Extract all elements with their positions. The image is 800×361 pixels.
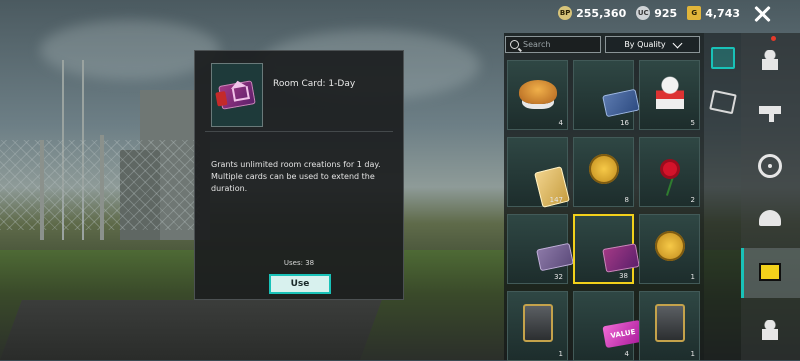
inventory-item-coupon-coin[interactable]: 8 bbox=[573, 137, 634, 207]
bp-value: 255,360 bbox=[576, 6, 627, 20]
bp-coin-icon: BP bbox=[558, 6, 573, 20]
value-card-icon: VALUE bbox=[601, 320, 644, 349]
inventory-item-room-card-selected[interactable]: 38 bbox=[573, 214, 640, 284]
item-detail-thumbnail bbox=[211, 63, 263, 127]
inventory-item-shield-pass[interactable]: 1 bbox=[639, 291, 700, 361]
inventory-item-roast-chicken[interactable]: 4 bbox=[507, 60, 568, 130]
close-button[interactable] bbox=[752, 4, 772, 24]
pistol-icon bbox=[759, 106, 781, 122]
chevron-down-icon bbox=[672, 38, 683, 48]
inventory-item-value-card[interactable]: VALUE 4 bbox=[573, 291, 644, 361]
ag-coin-icon: G bbox=[687, 6, 702, 20]
uc-coin-icon: UC bbox=[636, 6, 651, 20]
inventory-item-room-card-gold[interactable]: 147 bbox=[507, 137, 570, 209]
item-count: 1 bbox=[558, 350, 563, 358]
item-count: 4 bbox=[624, 350, 629, 358]
item-count: 8 bbox=[624, 196, 629, 204]
inventory-item-double-card[interactable]: 32 bbox=[507, 214, 574, 284]
room-card-purple-icon bbox=[601, 243, 640, 274]
sub-tab-gift-box[interactable] bbox=[706, 41, 740, 75]
category-equipment[interactable] bbox=[748, 198, 792, 238]
crate-icon bbox=[759, 263, 781, 281]
bp-balance: BP 255,360 bbox=[558, 6, 626, 20]
inventory-item-character-figure[interactable]: 5 bbox=[639, 60, 700, 130]
use-button[interactable]: Use bbox=[269, 274, 331, 294]
steering-wheel-icon bbox=[758, 154, 782, 178]
item-count: 2 bbox=[690, 196, 695, 204]
item-description: Grants unlimited room creations for 1 da… bbox=[211, 160, 381, 193]
inventory-item-rose[interactable]: 2 bbox=[639, 137, 700, 207]
room-card-icon bbox=[215, 80, 256, 110]
search-box[interactable] bbox=[505, 36, 601, 53]
coupon-coin-icon bbox=[588, 154, 619, 185]
currency-bar: BP 255,360 UC 925 G 4,743 bbox=[558, 6, 740, 20]
category-items[interactable] bbox=[748, 252, 792, 292]
item-name: Room Card: 1-Day bbox=[273, 79, 356, 89]
double-card-icon bbox=[535, 242, 574, 272]
item-count: 32 bbox=[554, 273, 563, 281]
sort-dropdown[interactable]: By Quality bbox=[605, 36, 700, 53]
uses-count: Uses: 38 bbox=[283, 259, 315, 267]
rename-card-icon bbox=[601, 88, 640, 118]
inventory-item-rename-card[interactable]: 16 bbox=[573, 60, 640, 130]
ag-balance: G 4,743 bbox=[687, 6, 740, 20]
helmet-icon bbox=[759, 210, 781, 226]
item-detail-panel: Room Card: 1-Day Grants unlimited room c… bbox=[194, 50, 404, 300]
rose-icon bbox=[662, 162, 677, 177]
divider bbox=[205, 131, 393, 132]
inventory-grid: 4 16 5 147 8 2 32 38 1 1 VALUE 4 1 bbox=[507, 60, 700, 361]
category-character[interactable] bbox=[748, 310, 792, 350]
item-count: 4 bbox=[558, 119, 563, 127]
search-input[interactable] bbox=[523, 40, 593, 49]
uc-balance: UC 925 bbox=[636, 6, 677, 20]
pass-card-icon bbox=[522, 304, 553, 343]
category-outfit[interactable] bbox=[748, 40, 792, 80]
uc-value: 925 bbox=[654, 6, 678, 20]
character-icon bbox=[762, 320, 778, 340]
category-vehicle[interactable] bbox=[748, 146, 792, 186]
item-count: 147 bbox=[549, 196, 563, 204]
coupon-tag-icon bbox=[709, 89, 737, 115]
coupon-coin-icon bbox=[654, 231, 685, 262]
item-count: 1 bbox=[690, 273, 695, 281]
inventory-item-coupon-coin-2[interactable]: 1 bbox=[639, 214, 700, 284]
sub-tab-rail bbox=[704, 33, 741, 360]
character-figure-icon bbox=[655, 75, 684, 110]
sort-label: By Quality bbox=[624, 40, 666, 49]
inventory-item-pass-card[interactable]: 1 bbox=[507, 291, 568, 361]
search-icon bbox=[510, 40, 519, 49]
item-count: 38 bbox=[619, 272, 628, 280]
roast-chicken-icon bbox=[518, 80, 557, 105]
shield-pass-icon bbox=[654, 304, 685, 343]
item-count: 5 bbox=[690, 119, 695, 127]
outfit-figure-icon bbox=[762, 50, 778, 70]
sub-tab-coupon[interactable] bbox=[706, 85, 740, 119]
ag-value: 4,743 bbox=[705, 6, 740, 20]
item-count: 16 bbox=[620, 119, 629, 127]
gift-box-icon bbox=[711, 47, 735, 69]
category-weapon[interactable] bbox=[748, 90, 792, 130]
rose-stem bbox=[665, 176, 674, 196]
item-count: 1 bbox=[690, 350, 695, 358]
